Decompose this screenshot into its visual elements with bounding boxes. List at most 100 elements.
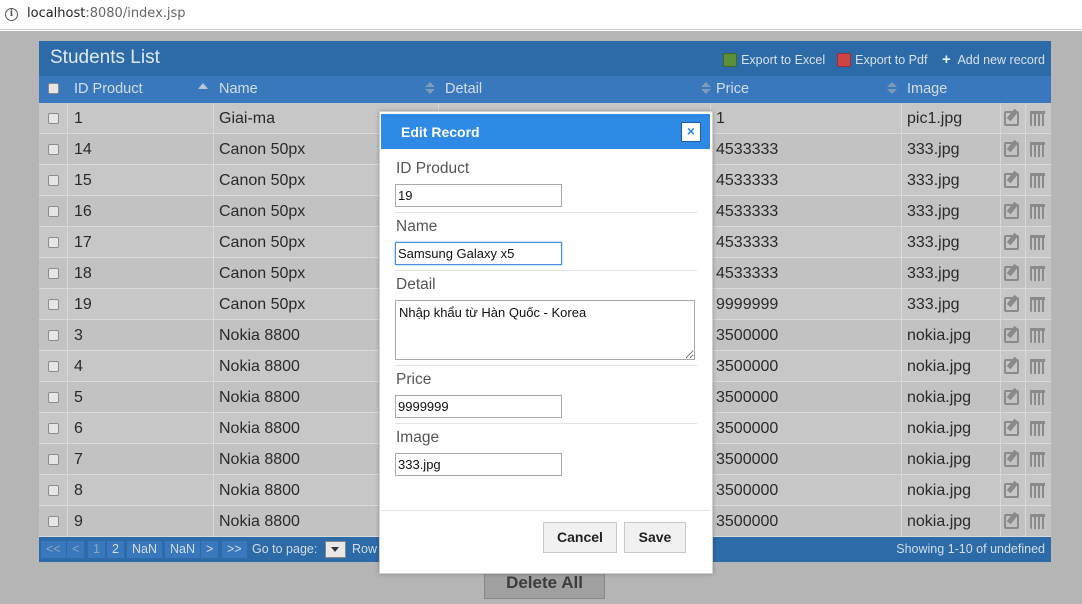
pager-prev-button[interactable]: < (67, 541, 85, 558)
goto-page-select[interactable] (325, 541, 346, 558)
trash-icon[interactable] (1030, 452, 1045, 467)
cell-price: 9999999 (716, 296, 779, 313)
price-label: Price (396, 371, 432, 388)
cancel-button[interactable]: Cancel (543, 522, 617, 553)
row-checkbox[interactable] (48, 361, 59, 372)
edit-record-dialog: Edit Record × ID Product Name Detail Nhậ… (379, 111, 713, 574)
address-bar[interactable]: i localhost:8080/index.jsp (0, 0, 1082, 30)
cell-divider (1025, 196, 1026, 227)
trash-icon[interactable] (1030, 514, 1045, 529)
export-excel-button[interactable]: Export to Excel (723, 53, 825, 67)
edit-icon[interactable] (1004, 266, 1019, 281)
trash-icon[interactable] (1030, 235, 1045, 250)
column-header-detail[interactable]: Detail (445, 76, 482, 103)
pager-first-button[interactable]: << (41, 541, 66, 558)
pager-page-nan[interactable]: NaN (165, 541, 201, 558)
add-record-button[interactable]: + Add new record (939, 52, 1045, 67)
cell-price: 3500000 (716, 513, 779, 530)
row-checkbox[interactable] (48, 454, 59, 465)
sort-asc-icon[interactable] (198, 83, 208, 89)
edit-icon[interactable] (1004, 111, 1019, 126)
cell-divider (901, 134, 902, 165)
row-checkbox[interactable] (48, 485, 59, 496)
row-checkbox[interactable] (48, 516, 59, 527)
cell-id: 8 (74, 482, 83, 499)
image-input[interactable] (395, 453, 562, 476)
edit-icon[interactable] (1004, 173, 1019, 188)
trash-icon[interactable] (1030, 297, 1045, 312)
trash-icon[interactable] (1030, 483, 1045, 498)
trash-icon[interactable] (1030, 390, 1045, 405)
pager-page-2[interactable]: 2 (107, 541, 124, 558)
trash-icon[interactable] (1030, 359, 1045, 374)
cell-divider (67, 444, 68, 475)
edit-icon[interactable] (1004, 514, 1019, 529)
edit-icon[interactable] (1004, 142, 1019, 157)
row-checkbox[interactable] (48, 392, 59, 403)
edit-icon[interactable] (1004, 483, 1019, 498)
edit-icon[interactable] (1004, 235, 1019, 250)
pager-last-button[interactable]: >> (222, 541, 247, 558)
cell-divider (1000, 227, 1001, 258)
edit-icon[interactable] (1004, 421, 1019, 436)
site-info-icon[interactable]: i (5, 8, 18, 21)
column-header-id[interactable]: ID Product (74, 76, 143, 103)
edit-icon[interactable] (1004, 297, 1019, 312)
pdf-icon (837, 53, 852, 67)
export-pdf-button[interactable]: Export to Pdf (837, 53, 927, 67)
cell-price: 4533333 (716, 141, 779, 158)
cell-divider (67, 134, 68, 165)
id-product-input[interactable] (395, 184, 562, 207)
row-checkbox[interactable] (48, 237, 59, 248)
edit-icon[interactable] (1004, 204, 1019, 219)
image-label: Image (396, 429, 440, 446)
trash-icon[interactable] (1030, 328, 1045, 343)
edit-icon[interactable] (1004, 328, 1019, 343)
cell-divider (67, 382, 68, 413)
detail-textarea[interactable]: Nhập khẩu từ Hàn Quốc - Korea (395, 300, 695, 360)
trash-icon[interactable] (1030, 266, 1045, 281)
dialog-footer-divider (381, 510, 710, 511)
save-button[interactable]: Save (624, 522, 686, 553)
row-checkbox[interactable] (48, 144, 59, 155)
pager-page-nan[interactable]: NaN (127, 541, 163, 558)
cell-divider (1000, 475, 1001, 506)
cell-divider (67, 196, 68, 227)
cell-divider (213, 196, 214, 227)
trash-icon[interactable] (1030, 111, 1045, 126)
trash-icon[interactable] (1030, 204, 1045, 219)
cell-id: 7 (74, 451, 83, 468)
column-header-image[interactable]: Image (907, 76, 947, 103)
row-checkbox[interactable] (48, 423, 59, 434)
cell-divider (901, 227, 902, 258)
cell-divider (67, 289, 68, 320)
price-input[interactable] (395, 395, 562, 418)
name-input[interactable] (395, 242, 562, 265)
row-checkbox[interactable] (48, 330, 59, 341)
row-checkbox[interactable] (48, 268, 59, 279)
cell-divider (1025, 475, 1026, 506)
excel-icon (723, 53, 738, 67)
url-text[interactable]: localhost:8080/index.jsp (27, 6, 186, 21)
column-header-price[interactable]: Price (716, 76, 749, 103)
edit-icon[interactable] (1004, 452, 1019, 467)
trash-icon[interactable] (1030, 173, 1045, 188)
row-checkbox[interactable] (48, 113, 59, 124)
trash-icon[interactable] (1030, 142, 1045, 157)
close-icon[interactable]: × (681, 122, 701, 142)
cell-divider (1025, 103, 1026, 134)
edit-icon[interactable] (1004, 390, 1019, 405)
row-checkbox[interactable] (48, 175, 59, 186)
row-checkbox[interactable] (48, 206, 59, 217)
trash-icon[interactable] (1030, 421, 1045, 436)
pager-page-1[interactable]: 1 (88, 541, 105, 558)
select-all-checkbox[interactable] (48, 83, 59, 94)
column-header-name[interactable]: Name (219, 76, 258, 103)
pager-next-button[interactable]: > (201, 541, 219, 558)
cell-divider (901, 444, 902, 475)
cell-divider (213, 382, 214, 413)
edit-icon[interactable] (1004, 359, 1019, 374)
row-checkbox[interactable] (48, 299, 59, 310)
cell-divider (213, 227, 214, 258)
cell-price: 3500000 (716, 451, 779, 468)
